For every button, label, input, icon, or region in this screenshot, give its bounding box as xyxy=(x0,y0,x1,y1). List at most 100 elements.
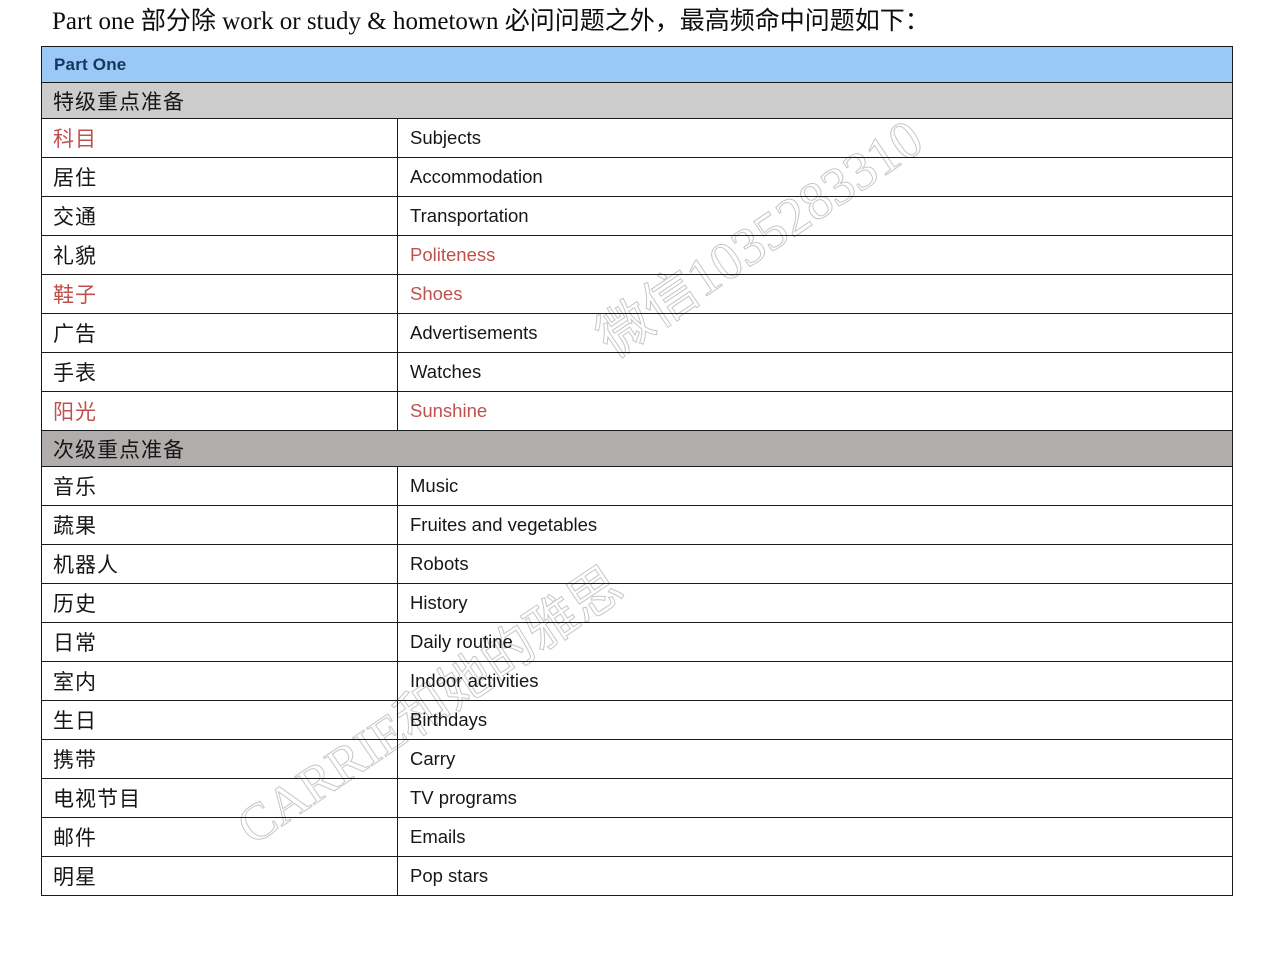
topic-label-en: Politeness xyxy=(410,244,496,265)
table-row: 手表 Watches xyxy=(41,352,1233,392)
table-row: 鞋子 Shoes xyxy=(41,274,1233,314)
table-row: 明星 Pop stars xyxy=(41,856,1233,896)
topic-cell-en: Watches xyxy=(397,352,1233,392)
table-row: 音乐 Music xyxy=(41,466,1233,506)
topic-label-zh: 手表 xyxy=(53,361,97,385)
table-row: 生日 Birthdays xyxy=(41,700,1233,740)
topic-cell-en: Accommodation xyxy=(397,157,1233,197)
topic-label-en: Carry xyxy=(410,748,456,769)
table-row: 阳光 Sunshine xyxy=(41,391,1233,431)
topic-label-zh: 科目 xyxy=(53,127,97,151)
topic-cell-en: Shoes xyxy=(397,274,1233,314)
table-row: 礼貌 Politeness xyxy=(41,235,1233,275)
topic-label-en: TV programs xyxy=(410,787,517,808)
topic-label-zh: 历史 xyxy=(53,592,97,616)
table-row: 广告 Advertisements xyxy=(41,313,1233,353)
topic-label-en: Transportation xyxy=(410,205,529,226)
table-row: 交通 Transportation xyxy=(41,196,1233,236)
topic-cell-en: Carry xyxy=(397,739,1233,779)
topic-label-zh: 居住 xyxy=(53,166,97,190)
topic-cell-en: Advertisements xyxy=(397,313,1233,353)
topic-label-zh: 礼貌 xyxy=(53,244,97,268)
topic-cell-en: Transportation xyxy=(397,196,1233,236)
section-header-label: 次级重点准备 xyxy=(53,437,185,462)
topic-label-zh: 阳光 xyxy=(53,400,97,424)
topic-label-zh: 明星 xyxy=(53,865,97,889)
topic-label-zh: 邮件 xyxy=(53,826,97,850)
table-row: 居住 Accommodation xyxy=(41,157,1233,197)
topic-cell-en: Daily routine xyxy=(397,622,1233,662)
table-header-label: Part One xyxy=(54,54,127,74)
topic-label-en: Robots xyxy=(410,553,469,574)
topic-label-zh: 广告 xyxy=(53,322,97,346)
topic-label-en: Fruites and vegetables xyxy=(410,514,598,535)
section-header-label: 特级重点准备 xyxy=(53,89,185,114)
topic-cell-zh: 阳光 xyxy=(41,391,398,431)
topic-cell-zh: 音乐 xyxy=(41,466,398,506)
topic-label-en: Subjects xyxy=(410,127,481,148)
page-title: Part one 部分除 work or study & hometown 必问… xyxy=(52,8,930,35)
table-row: 邮件 Emails xyxy=(41,817,1233,857)
topic-cell-zh: 交通 xyxy=(41,196,398,236)
topic-label-en: Birthdays xyxy=(410,709,488,730)
frequency-table: Part One 特级重点准备 科目 Subjects 居住 Accommodation… xyxy=(41,46,1233,896)
topic-cell-zh: 科目 xyxy=(41,118,398,158)
topic-cell-en: History xyxy=(397,583,1233,623)
topic-label-zh: 蔬果 xyxy=(53,514,97,538)
table-row: 电视节目 TV programs xyxy=(41,778,1233,818)
topic-cell-zh: 鞋子 xyxy=(41,274,398,314)
topic-cell-zh: 机器人 xyxy=(41,544,398,584)
topic-label-en: Indoor activities xyxy=(410,670,539,691)
section-header-row: 次级重点准备 xyxy=(41,430,1233,467)
topic-cell-en: TV programs xyxy=(397,778,1233,818)
topic-cell-en: Fruites and vegetables xyxy=(397,505,1233,545)
topic-label-en: Advertisements xyxy=(410,322,538,343)
topic-cell-zh: 历史 xyxy=(41,583,398,623)
topic-label-en: Shoes xyxy=(410,283,463,304)
topic-label-zh: 电视节目 xyxy=(53,787,141,811)
topic-label-en: Accommodation xyxy=(410,166,543,187)
topic-cell-en: Emails xyxy=(397,817,1233,857)
topic-label-zh: 日常 xyxy=(53,631,97,655)
topic-label-en: Pop stars xyxy=(410,865,489,886)
topic-cell-zh: 蔬果 xyxy=(41,505,398,545)
table-row: 室内 Indoor activities xyxy=(41,661,1233,701)
topic-cell-zh: 居住 xyxy=(41,157,398,197)
topic-cell-zh: 礼貌 xyxy=(41,235,398,275)
topic-cell-zh: 广告 xyxy=(41,313,398,353)
topic-cell-en: Indoor activities xyxy=(397,661,1233,701)
topic-label-zh: 室内 xyxy=(53,670,97,694)
topic-cell-en: Pop stars xyxy=(397,856,1233,896)
topic-label-zh: 鞋子 xyxy=(53,283,97,307)
topic-label-zh: 生日 xyxy=(53,709,97,733)
topic-cell-en: Subjects xyxy=(397,118,1233,158)
topic-cell-en: Music xyxy=(397,466,1233,506)
topic-label-en: Sunshine xyxy=(410,400,488,421)
topic-label-en: History xyxy=(410,592,468,613)
table-row: 机器人 Robots xyxy=(41,544,1233,584)
topic-label-en: Watches xyxy=(410,361,482,382)
topic-cell-zh: 手表 xyxy=(41,352,398,392)
topic-label-zh: 音乐 xyxy=(53,475,97,499)
frequency-table-container: Part One 特级重点准备 科目 Subjects 居住 Accommodation… xyxy=(41,46,1233,896)
topic-label-en: Music xyxy=(410,475,459,496)
table-row: 携带 Carry xyxy=(41,739,1233,779)
topic-cell-zh: 日常 xyxy=(41,622,398,662)
frequency-table-body: Part One 特级重点准备 科目 Subjects 居住 Accommodation… xyxy=(41,46,1233,896)
topic-label-en: Daily routine xyxy=(410,631,513,652)
topic-label-zh: 交通 xyxy=(53,205,97,229)
topic-cell-zh: 邮件 xyxy=(41,817,398,857)
table-row: 历史 History xyxy=(41,583,1233,623)
topic-label-zh: 携带 xyxy=(53,748,97,772)
topic-cell-zh: 生日 xyxy=(41,700,398,740)
topic-cell-en: Robots xyxy=(397,544,1233,584)
topic-cell-en: Birthdays xyxy=(397,700,1233,740)
table-row: 日常 Daily routine xyxy=(41,622,1233,662)
table-header-cell: Part One xyxy=(41,46,1233,83)
topic-cell-en: Sunshine xyxy=(397,391,1233,431)
section-header-cell: 特级重点准备 xyxy=(41,82,1233,119)
topic-cell-zh: 室内 xyxy=(41,661,398,701)
table-header-row: Part One xyxy=(41,46,1233,83)
topic-cell-zh: 电视节目 xyxy=(41,778,398,818)
topic-cell-en: Politeness xyxy=(397,235,1233,275)
